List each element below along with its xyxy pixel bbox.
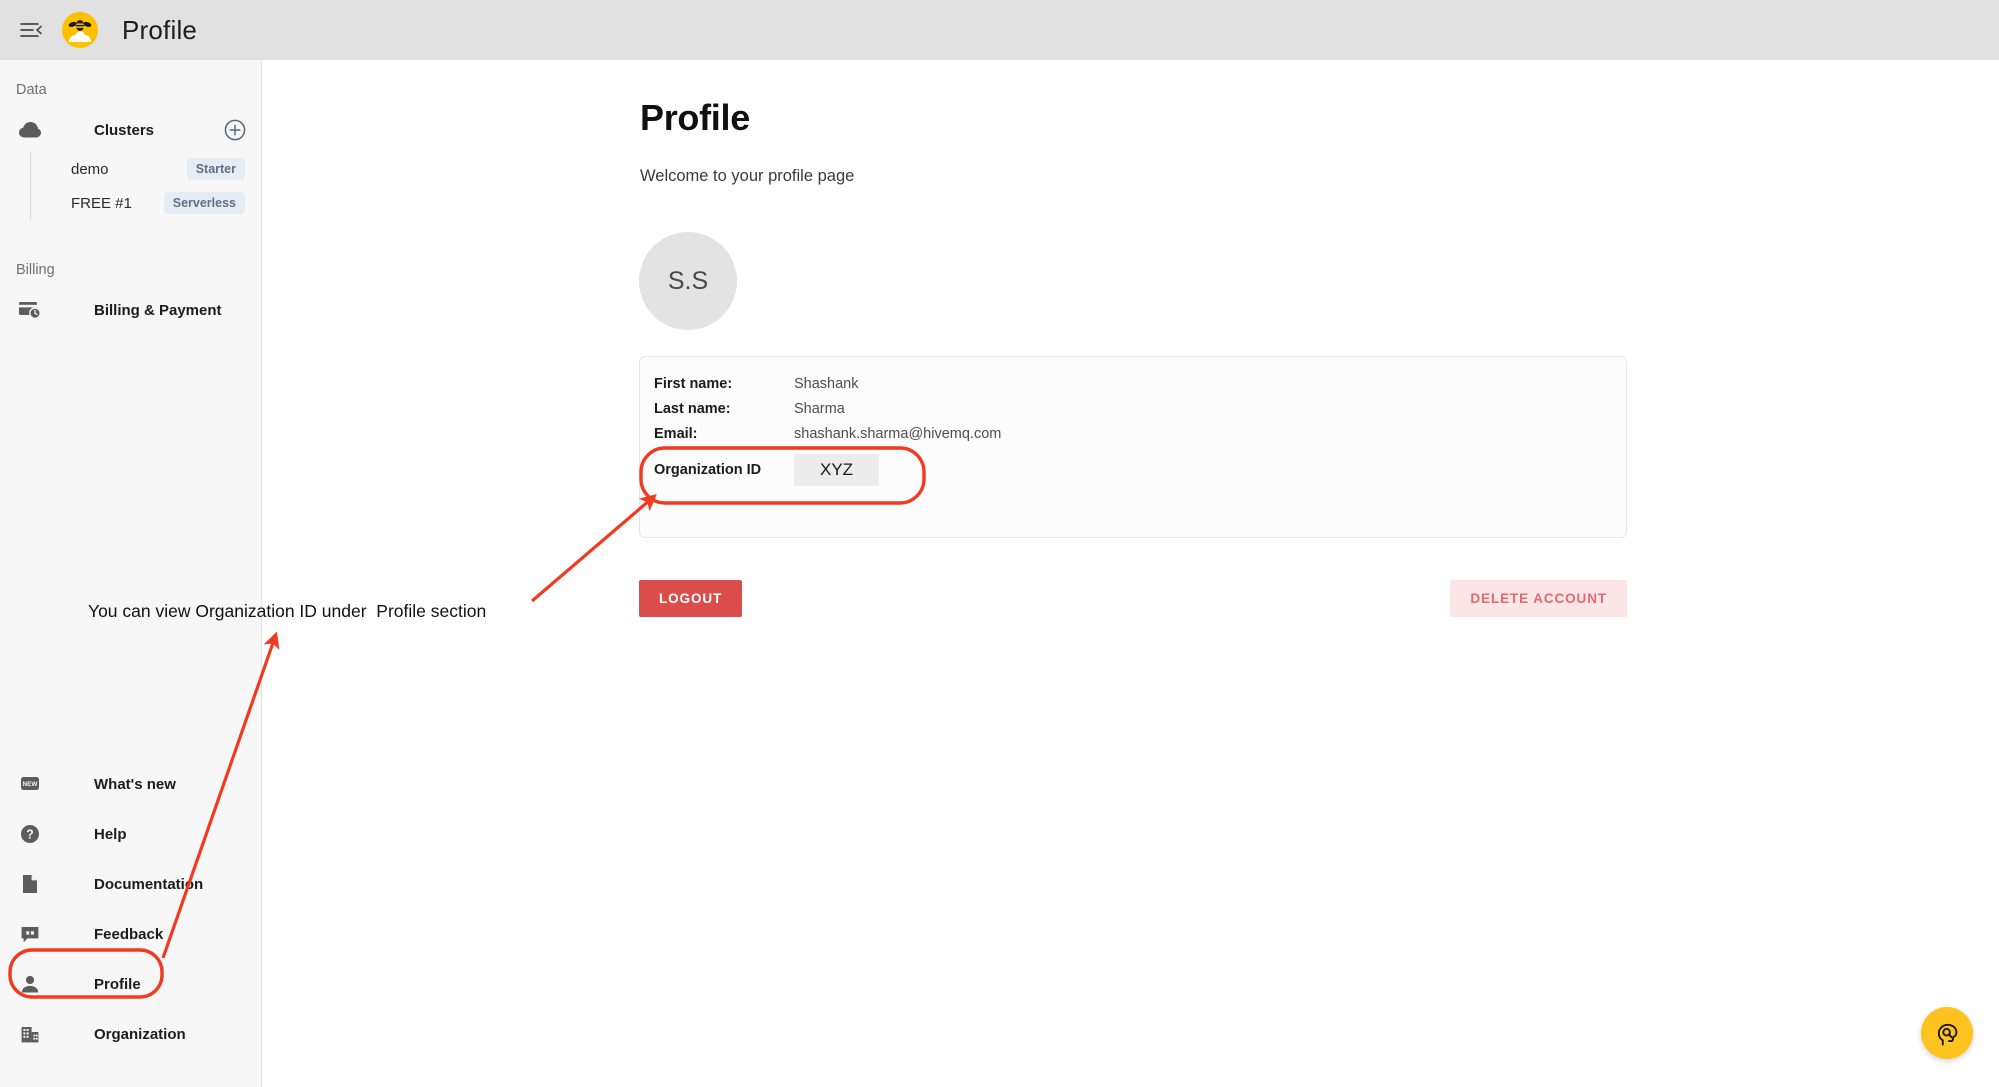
topbar-title: Profile: [122, 14, 198, 45]
status-badge: Serverless: [163, 192, 245, 214]
main-content: Profile Welcome to your profile page S.S…: [262, 60, 1999, 1087]
sidebar-item-help[interactable]: ? Help: [0, 809, 262, 859]
sidebar-item-label-profile: Profile: [94, 975, 141, 993]
first-name-label: First name:: [654, 375, 733, 392]
sidebar-section-billing: Billing: [16, 262, 55, 278]
cloud-icon: [14, 122, 46, 138]
logout-button[interactable]: LOGOUT: [639, 580, 743, 617]
table-row: Email: shashank.sharma@hivemq.com: [640, 423, 1626, 444]
cluster-name: demo: [71, 160, 109, 178]
sidebar-item-organization[interactable]: Organization: [0, 1009, 262, 1059]
question-circle-icon: ?: [14, 824, 46, 844]
sidebar-item-profile[interactable]: Profile: [0, 959, 262, 1009]
sidebar-item-label-documentation: Documentation: [94, 875, 204, 893]
table-row: Organization ID XYZ: [640, 453, 1626, 487]
action-buttons: LOGOUT DELETE ACCOUNT: [639, 580, 1627, 617]
sidebar-item-feedback[interactable]: Feedback: [0, 909, 262, 959]
organization-id-label: Organization ID: [654, 462, 762, 478]
sidebar: Data Clusters demo Starter FREE #1 Serve…: [0, 60, 262, 1087]
table-row: First name: Shashank: [640, 373, 1626, 394]
building-icon: [14, 1024, 46, 1044]
person-icon: [14, 974, 46, 994]
email-label: Email:: [654, 425, 698, 442]
sidebar-item-billing-payment[interactable]: Billing & Payment: [0, 288, 261, 332]
list-item[interactable]: FREE #1 Serverless: [31, 186, 261, 220]
credit-card-clock-icon: [14, 301, 46, 319]
page-title: Profile: [640, 97, 750, 138]
sidebar-item-label-whats-new: What's new: [94, 775, 176, 793]
sidebar-item-label-billing: Billing & Payment: [94, 301, 222, 319]
sidebar-item-clusters[interactable]: Clusters: [0, 108, 261, 152]
sidebar-item-documentation[interactable]: Documentation: [0, 859, 262, 909]
hivemq-bee-logo-icon[interactable]: [62, 12, 98, 48]
sidebar-bottom-nav: NEW What's new ? Help Documentation Feed…: [0, 759, 262, 1059]
sidebar-item-whats-new[interactable]: NEW What's new: [0, 759, 262, 809]
last-name-value: Sharma: [794, 400, 845, 417]
sidebar-item-label-organization: Organization: [94, 1025, 186, 1043]
feedback-quote-icon: [14, 925, 46, 944]
profile-details-card: First name: Shashank Last name: Sharma E…: [639, 356, 1627, 538]
delete-account-button[interactable]: DELETE ACCOUNT: [1450, 580, 1627, 617]
plus-circle-icon[interactable]: [223, 118, 247, 142]
page-subtitle: Welcome to your profile page: [640, 167, 855, 185]
status-badge: Starter: [186, 158, 245, 180]
cluster-name: FREE #1: [71, 194, 132, 212]
top-bar: Profile: [0, 0, 1999, 60]
new-badge-icon: NEW: [14, 775, 46, 793]
last-name-label: Last name:: [654, 400, 731, 417]
sidebar-item-label-clusters: Clusters: [94, 121, 155, 139]
email-value: shashank.sharma@hivemq.com: [794, 425, 1002, 442]
organization-id-value[interactable]: XYZ: [794, 454, 880, 486]
svg-text:NEW: NEW: [23, 781, 39, 788]
svg-text:?: ?: [26, 828, 34, 842]
table-row: Last name: Sharma: [640, 398, 1626, 419]
menu-collapse-icon[interactable]: [14, 13, 48, 47]
ai-head-assistant-icon[interactable]: [1921, 1007, 1973, 1059]
document-icon: [14, 874, 46, 894]
cluster-list: demo Starter FREE #1 Serverless: [30, 152, 261, 220]
sidebar-item-label-help: Help: [94, 825, 127, 843]
sidebar-item-label-feedback: Feedback: [94, 925, 164, 943]
avatar-initials: S.S: [667, 266, 709, 295]
sidebar-section-data: Data: [16, 82, 47, 98]
app-window: Profile Data Clusters demo Starter FREE …: [0, 0, 1999, 1087]
list-item[interactable]: demo Starter: [31, 152, 261, 186]
first-name-value: Shashank: [794, 375, 859, 392]
avatar: S.S: [639, 232, 737, 330]
